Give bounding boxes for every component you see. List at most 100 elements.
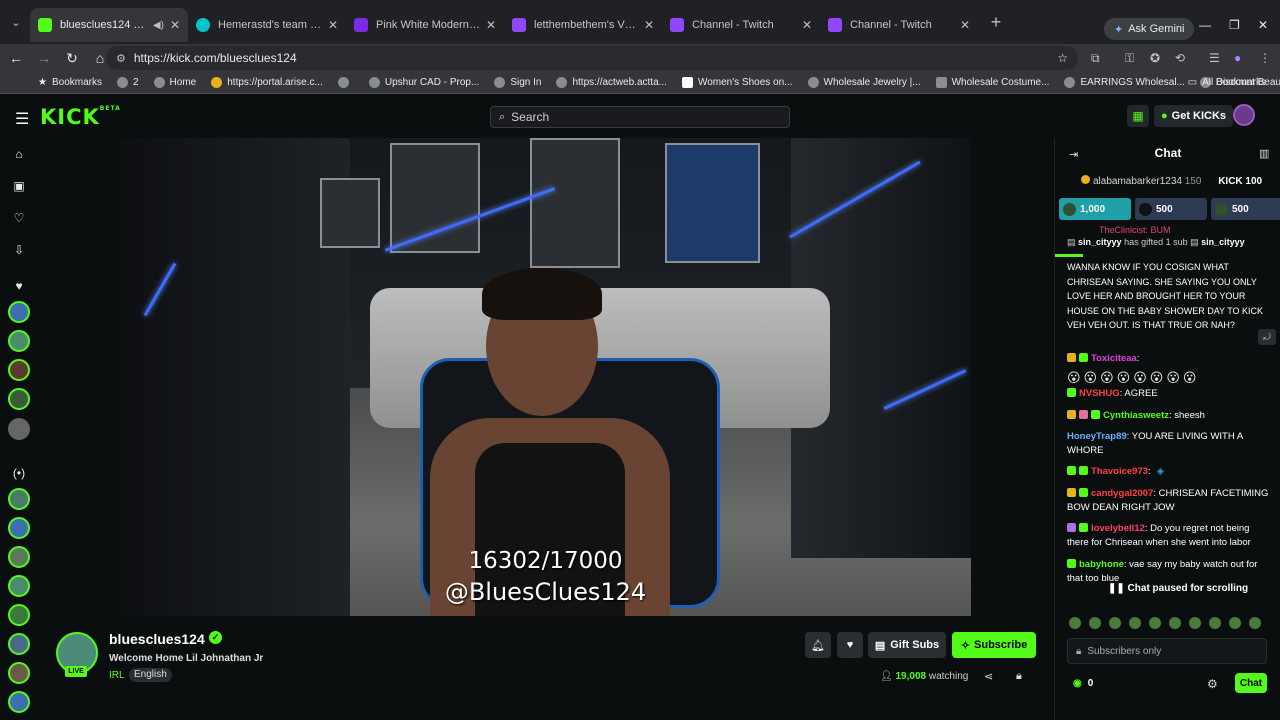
forward-icon[interactable]: → xyxy=(32,46,56,70)
close-tab-icon[interactable]: ✕ xyxy=(328,18,338,32)
ask-gemini-button[interactable]: ✦ Ask Gemini xyxy=(1104,18,1195,40)
bookmark-item[interactable]: Wholesale Costume... xyxy=(935,77,1049,88)
kick-store-icon[interactable]: ▦ xyxy=(1127,105,1149,127)
back-icon[interactable]: ← xyxy=(4,46,28,70)
chat-username[interactable]: HoneyTrap89 xyxy=(1067,431,1127,442)
scroll-control-icon[interactable]: ⤾ xyxy=(1258,329,1276,345)
gift-bar[interactable]: 500 xyxy=(1211,198,1280,220)
browser-tab-2[interactable]: Hemerastd's team – Canva ✕ xyxy=(188,8,346,42)
close-tab-icon[interactable]: ✕ xyxy=(486,18,496,32)
recommended-channel-avatar[interactable] xyxy=(8,575,30,597)
tab-search-dropdown[interactable]: ⌄ xyxy=(4,10,28,34)
audio-icon[interactable]: ◀) xyxy=(153,20,164,31)
gift-subs-button[interactable]: ▤ Gift Subs xyxy=(868,632,946,658)
followed-channel-avatar[interactable] xyxy=(8,359,30,381)
site-info-icon[interactable]: ⚙ xyxy=(116,52,126,65)
subscribe-button[interactable]: ✧ Subscribe xyxy=(952,632,1036,658)
emote-button[interactable] xyxy=(1069,617,1081,629)
new-tab-button[interactable]: + xyxy=(982,8,1010,36)
history-icon[interactable]: ⟲ xyxy=(1175,51,1185,65)
followed-channel-avatar[interactable] xyxy=(8,388,30,410)
chat-username[interactable]: Thavoice973 xyxy=(1091,466,1148,477)
profile-icon[interactable]: ● xyxy=(1234,51,1241,65)
bookmark-item[interactable] xyxy=(337,77,354,88)
following-icon[interactable]: ♡ xyxy=(11,211,27,225)
send-chat-button[interactable]: Chat xyxy=(1235,673,1267,693)
notification-bell-button[interactable]: 🔔︎ xyxy=(805,632,831,658)
chat-username[interactable]: NVSHUG xyxy=(1079,388,1120,399)
clips-icon[interactable]: ⇩ xyxy=(11,243,27,257)
bookmark-item[interactable]: ★ Bookmarks xyxy=(38,77,102,88)
all-bookmarks-button[interactable]: ▭ All Bookmarks xyxy=(1188,77,1266,88)
bookmark-item[interactable]: https://portal.arise.c... xyxy=(211,77,323,88)
language-tag[interactable]: English xyxy=(129,668,172,682)
browser-tab-3[interactable]: Pink White Modern Stream Star ✕ xyxy=(346,8,504,42)
emote-button[interactable] xyxy=(1249,617,1261,629)
user-avatar[interactable] xyxy=(1233,104,1255,126)
recommended-channel-avatar[interactable] xyxy=(8,488,30,510)
lock-icon[interactable]: 🔒︎ xyxy=(1016,670,1022,683)
bookmark-item[interactable]: https://actweb.actta... xyxy=(556,77,667,88)
bookmark-item[interactable]: Sign In xyxy=(494,77,541,88)
chat-username[interactable]: candygal2007 xyxy=(1091,488,1153,499)
chat-stats-icon[interactable]: ▥ xyxy=(1259,147,1269,160)
recommended-channel-avatar[interactable] xyxy=(8,691,30,713)
followed-channel-avatar[interactable] xyxy=(8,330,30,352)
pinned-tip[interactable]: alabamabarker1234 150 KICK 100 xyxy=(1081,175,1262,187)
chat-input[interactable]: 🔒︎ Subscribers only xyxy=(1067,638,1267,664)
share-icon[interactable]: ⋖ xyxy=(984,670,993,683)
browser-tab-1[interactable]: bluesclues124 Stream - Wat ◀) ✕ xyxy=(30,8,188,42)
emote-button[interactable] xyxy=(1149,617,1161,629)
hamburger-menu-icon[interactable]: ☰ xyxy=(15,109,29,129)
close-tab-icon[interactable]: ✕ xyxy=(644,18,654,32)
close-window-icon[interactable]: ✕ xyxy=(1258,18,1268,32)
minimize-icon[interactable]: — xyxy=(1199,18,1211,32)
recommended-channel-avatar[interactable] xyxy=(8,546,30,568)
video-player[interactable]: 16302/17000 @BluesClues124 xyxy=(120,138,971,616)
bookmark-item[interactable]: 2 xyxy=(116,77,139,88)
emote-button[interactable] xyxy=(1089,617,1101,629)
chat-username[interactable]: lovelybell12 xyxy=(1091,523,1145,534)
chat-username[interactable]: Toxiciteaa xyxy=(1091,353,1137,364)
recommended-channel-avatar[interactable] xyxy=(8,604,30,626)
bookmark-item[interactable]: Upshur CAD - Prop... xyxy=(368,77,479,88)
chat-paused-banner[interactable]: ❚❚ Chat paused for scrolling xyxy=(1102,583,1255,599)
gift-bar[interactable]: 1,000 xyxy=(1059,198,1131,220)
bookmark-item[interactable]: Wholesale Jewelry |... xyxy=(807,77,921,88)
followed-channel-avatar[interactable] xyxy=(8,418,30,440)
emote-button[interactable] xyxy=(1189,617,1201,629)
chat-username[interactable]: Cynthiasweetz xyxy=(1103,410,1169,421)
chat-settings-icon[interactable]: ⚙ xyxy=(1207,677,1218,691)
url-field[interactable]: ⚙ https://kick.com/bluesclues124 ☆ xyxy=(106,46,1078,70)
emote-button[interactable] xyxy=(1209,617,1221,629)
channel-points[interactable]: ◉ 0 xyxy=(1073,678,1093,689)
browser-tab-5[interactable]: Channel - Twitch ✕ xyxy=(662,8,820,42)
menu-kebab-icon[interactable]: ⋮ xyxy=(1259,51,1271,65)
extension-star-icon[interactable]: ✪ xyxy=(1150,51,1160,65)
channel-name[interactable]: bluesclues124 xyxy=(109,631,205,647)
emote-button[interactable] xyxy=(1109,617,1121,629)
close-tab-icon[interactable]: ✕ xyxy=(960,18,970,32)
reload-icon[interactable]: ↻ xyxy=(60,46,84,70)
close-tab-icon[interactable]: ✕ xyxy=(802,18,812,32)
emote-button[interactable] xyxy=(1169,617,1181,629)
browser-tab-6[interactable]: Channel - Twitch ✕ xyxy=(820,8,978,42)
bookmark-item[interactable]: Home xyxy=(153,77,196,88)
search-input[interactable]: ⌕ Search xyxy=(490,106,790,128)
browser-tab-4[interactable]: letthembethem's Videos - Twitc ✕ xyxy=(504,8,662,42)
emote-button[interactable] xyxy=(1229,617,1241,629)
bookmark-item[interactable]: EARRINGS Wholesal... xyxy=(1064,77,1185,88)
recommended-channel-avatar[interactable] xyxy=(8,662,30,684)
extensions-icon[interactable]: ⧉ xyxy=(1091,51,1100,66)
maximize-icon[interactable]: ❐ xyxy=(1229,18,1240,32)
recommended-channel-avatar[interactable] xyxy=(8,517,30,539)
bookmark-item[interactable]: Women's Shoes on... xyxy=(681,77,793,88)
close-tab-icon[interactable]: ✕ xyxy=(170,18,180,32)
tab-groups-icon[interactable]: ☰ xyxy=(1209,51,1220,65)
chat-username[interactable]: babyhone xyxy=(1079,559,1124,570)
category-link[interactable]: IRL xyxy=(109,670,125,681)
gift-bar[interactable]: 500 xyxy=(1135,198,1207,220)
get-kicks-button[interactable]: ● Get KICKs xyxy=(1154,105,1234,127)
followed-channel-avatar[interactable] xyxy=(8,301,30,323)
emote-button[interactable] xyxy=(1129,617,1141,629)
